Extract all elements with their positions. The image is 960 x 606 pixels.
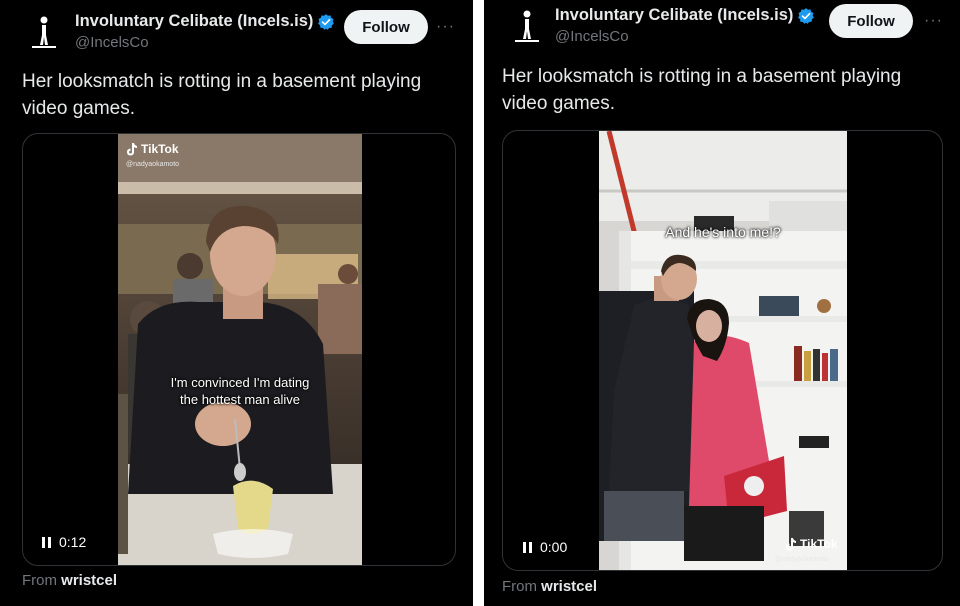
post-card-left: Involuntary Celibate (Incels.is) @Incels… — [0, 0, 473, 606]
pause-icon[interactable] — [42, 536, 51, 548]
video-frame[interactable]: TikTok @nadyaokamoto I'm convinced I'm d… — [118, 134, 362, 565]
video-time: 0:12 — [59, 534, 87, 550]
video-time: 0:00 — [540, 539, 568, 555]
tiktok-username: @nadyaokamoto — [775, 556, 829, 563]
post-text: Her looksmatch is rotting in a basement … — [22, 68, 462, 122]
tiktok-label: TikTok — [141, 142, 179, 156]
author-handle[interactable]: @IncelsCo — [75, 34, 149, 51]
tiktok-username: @nadyaokamoto — [126, 161, 180, 168]
from-prefix: From — [502, 578, 537, 595]
video-caption: And he's into me!? — [599, 224, 847, 241]
avatar[interactable] — [507, 6, 547, 46]
from-attribution: From wristcel — [22, 572, 117, 589]
video-caption-line-2: the hottest man alive — [180, 392, 300, 407]
post-text-line-1: Her looksmatch is rotting in a basement … — [22, 71, 422, 92]
video-caption: I'm convinced I'm dating the hottest man… — [118, 374, 362, 408]
pause-icon[interactable] — [523, 541, 532, 553]
video-scene-restaurant — [118, 134, 362, 565]
more-options-icon[interactable]: ··· — [924, 12, 943, 30]
author-handle[interactable]: @IncelsCo — [555, 28, 629, 45]
person-logo-icon — [32, 16, 56, 48]
person-logo-icon — [515, 10, 539, 42]
follow-button[interactable]: Follow — [344, 10, 428, 44]
video-controls[interactable]: 0:00 — [523, 539, 567, 555]
video-frame[interactable]: And he's into me!? TikTok @nadyaokamoto — [599, 131, 847, 570]
author-name[interactable]: Involuntary Celibate (Incels.is) — [555, 6, 815, 25]
tiktok-watermark: TikTok — [126, 142, 179, 156]
tiktok-icon — [786, 537, 796, 550]
from-user-link[interactable]: wristcel — [61, 572, 117, 589]
verified-badge-icon — [318, 13, 335, 30]
author-name[interactable]: Involuntary Celibate (Incels.is) — [75, 12, 335, 31]
more-options-icon[interactable]: ··· — [436, 18, 455, 36]
video-player[interactable]: And he's into me!? TikTok @nadyaokamoto … — [502, 130, 943, 571]
tiktok-label: TikTok — [800, 537, 838, 551]
author-name-text: Involuntary Celibate (Incels.is) — [555, 6, 794, 24]
avatar[interactable] — [24, 12, 64, 52]
from-attribution: From wristcel — [502, 578, 597, 595]
video-controls[interactable]: 0:12 — [42, 534, 86, 550]
author-name-text: Involuntary Celibate (Incels.is) — [75, 12, 314, 30]
post-text-line-1: Her looksmatch is rotting in a basement … — [502, 66, 902, 87]
post-text-line-2: video games. — [502, 93, 616, 114]
post-text: Her looksmatch is rotting in a basement … — [502, 63, 947, 117]
video-scene-bookshelf — [599, 131, 847, 570]
video-player[interactable]: TikTok @nadyaokamoto I'm convinced I'm d… — [22, 133, 456, 566]
video-caption-line-1: And he's into me!? — [665, 224, 781, 240]
follow-button[interactable]: Follow — [829, 4, 913, 38]
video-caption-line-1: I'm convinced I'm dating — [170, 375, 310, 390]
post-card-right: Involuntary Celibate (Incels.is) @Incels… — [484, 0, 960, 606]
post-text-line-2: video games. — [22, 98, 136, 119]
from-user-link[interactable]: wristcel — [541, 578, 597, 595]
verified-badge-icon — [798, 7, 815, 24]
from-prefix: From — [22, 572, 57, 589]
tiktok-watermark: TikTok — [785, 537, 838, 551]
tiktok-icon — [127, 142, 137, 155]
